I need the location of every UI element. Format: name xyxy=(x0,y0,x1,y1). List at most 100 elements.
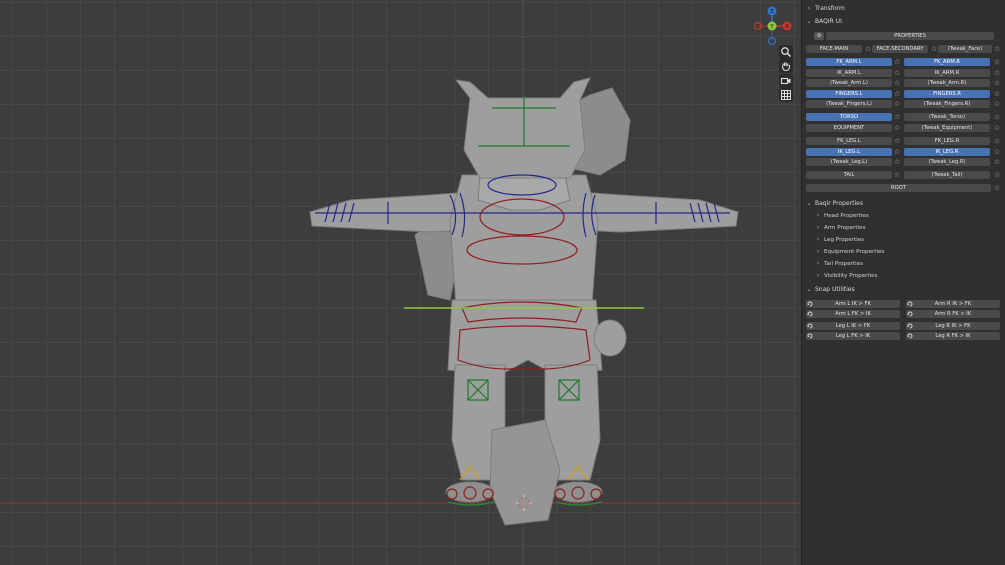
star-icon[interactable]: ☆ xyxy=(893,137,901,145)
sub-panel-header[interactable]: › Equipment Properties xyxy=(815,248,885,255)
sub-panel-header[interactable]: › Tail Properties xyxy=(815,260,863,267)
chevron-down-icon: ⌄ xyxy=(806,200,812,207)
snap-button[interactable]: Arm L FK > IK xyxy=(806,310,900,318)
rig-layer-button[interactable]: EQUIPMENT xyxy=(806,124,892,132)
scene-canvas[interactable]: Z Y X xyxy=(0,0,801,565)
sub-panel-header[interactable]: › Leg Properties xyxy=(815,236,864,243)
sub-panel-header[interactable]: › Arm Properties xyxy=(815,224,866,231)
rig-layer-button[interactable]: FK_ARM.L xyxy=(806,58,892,66)
3d-viewport[interactable]: Z Y X xyxy=(0,0,801,565)
rig-layer-button[interactable]: IK_LEG.L xyxy=(806,148,892,156)
rig-layer-button[interactable]: (Tweak_Arm.R) xyxy=(904,79,990,87)
chevron-right-icon: › xyxy=(816,260,820,267)
star-icon[interactable]: ☆ xyxy=(893,100,901,108)
root-button[interactable]: ROOT xyxy=(806,184,991,192)
transform-section-header[interactable]: › Transform xyxy=(806,5,845,12)
star-icon[interactable]: ☆ xyxy=(993,158,1001,166)
chevron-right-icon: › xyxy=(816,248,820,255)
star-icon[interactable]: ☆ xyxy=(993,69,1001,77)
rig-layer-button[interactable]: (Tweak_Fingers.L) xyxy=(806,100,892,108)
rig-layer-button[interactable]: IK_ARM.L xyxy=(806,69,892,77)
star-icon[interactable]: ☆ xyxy=(893,124,901,132)
star-icon[interactable]: ☆ xyxy=(993,100,1001,108)
star-icon[interactable]: ☆ xyxy=(993,90,1001,98)
rig-layer-button[interactable]: IK_ARM.R xyxy=(904,69,990,77)
star-icon[interactable]: ☆ xyxy=(893,113,901,121)
snap-button[interactable]: Arm R FK > IK xyxy=(906,310,1000,318)
snap-button[interactable]: Leg L FK > IK xyxy=(806,332,900,340)
camera-icon xyxy=(780,77,791,85)
face-main-button[interactable]: FACE-MAIN xyxy=(806,45,862,53)
snap-utilities-label: Snap Utilities xyxy=(815,286,855,293)
rig-layer-button[interactable]: (Tweak_Torso) xyxy=(904,113,990,121)
star-icon[interactable]: ☆ xyxy=(893,90,901,98)
sub-panel-header[interactable]: › Head Properties xyxy=(815,212,869,219)
snap-button[interactable]: Leg R IK > FK xyxy=(906,322,1000,330)
rig-layer-button[interactable]: FINGERS.R xyxy=(904,90,990,98)
magnifier-icon xyxy=(781,47,792,58)
face-secondary-button[interactable]: FACE-SECONDARY xyxy=(872,45,928,53)
rig-layer-button[interactable]: FK_LEG.L xyxy=(806,137,892,145)
rig-layer-button[interactable]: TAIL xyxy=(806,171,892,179)
rig-layer-button[interactable]: FINGERS.L xyxy=(806,90,892,98)
chevron-right-icon: › xyxy=(816,224,820,231)
pan-tool[interactable] xyxy=(779,59,793,73)
star-icon[interactable]: ☆ xyxy=(893,58,901,66)
rig-layer-button[interactable]: (Tweak_Arm.L) xyxy=(806,79,892,87)
rig-layer-button[interactable]: IK_LEG.R xyxy=(904,148,990,156)
star-icon[interactable]: ☆ xyxy=(993,58,1001,66)
snap-button[interactable]: Arm L IK > FK xyxy=(806,300,900,308)
rig-layer-button[interactable]: (Tweak_Leg.L) xyxy=(806,158,892,166)
star-icon[interactable]: ☆ xyxy=(993,45,1001,53)
star-icon[interactable]: ☆ xyxy=(893,148,901,156)
camera-view-tool[interactable] xyxy=(779,74,793,88)
chevron-down-icon: ⌄ xyxy=(806,286,812,293)
baqir-ui-section-header[interactable]: ⌄ BAQIR UI xyxy=(806,18,841,25)
rig-layer-button[interactable]: (Tweak_Tail) xyxy=(904,171,990,179)
star-icon[interactable]: ☆ xyxy=(864,45,872,53)
sub-panel-label: Leg Properties xyxy=(824,236,865,243)
properties-button[interactable]: PROPERTIES xyxy=(826,32,994,40)
tweak-face-button[interactable]: (Tweak_Face) xyxy=(938,45,992,53)
star-icon[interactable]: ☆ xyxy=(993,137,1001,145)
baqir-properties-label: Baqir Properties xyxy=(815,200,863,207)
sub-panel-label: Visibility Properties xyxy=(824,272,878,279)
star-icon[interactable]: ☆ xyxy=(893,79,901,87)
star-icon[interactable]: ☆ xyxy=(930,45,938,53)
star-icon[interactable]: ☆ xyxy=(893,69,901,77)
chevron-down-icon: ⌄ xyxy=(806,18,812,25)
star-icon[interactable]: ☆ xyxy=(993,79,1001,87)
star-icon[interactable]: ☆ xyxy=(893,171,901,179)
star-icon[interactable]: ☆ xyxy=(993,171,1001,179)
rig-layer-button[interactable]: (Tweak_Equipment) xyxy=(904,124,990,132)
perspective-toggle[interactable] xyxy=(779,88,793,102)
zoom-tool[interactable] xyxy=(779,45,793,59)
baqir-properties-header[interactable]: ⌄ Baqir Properties xyxy=(806,200,863,207)
snap-button-label: Arm L IK > FK xyxy=(835,301,871,307)
rig-layer-button[interactable]: FK_ARM.R xyxy=(904,58,990,66)
snap-button-label: Leg L FK > IK xyxy=(835,333,871,339)
snap-button[interactable]: Arm R IK > FK xyxy=(906,300,1000,308)
snap-utilities-header[interactable]: ⌄ Snap Utilities xyxy=(806,286,855,293)
rig-layer-button[interactable]: FK_LEG.R xyxy=(904,137,990,145)
sub-panel-header[interactable]: › Visibility Properties xyxy=(815,272,878,279)
settings-button[interactable]: ⚙ xyxy=(814,32,824,40)
sub-panel-label: Tail Properties xyxy=(824,260,864,267)
star-icon[interactable]: ☆ xyxy=(993,184,1001,192)
star-icon[interactable]: ☆ xyxy=(993,148,1001,156)
star-icon[interactable]: ☆ xyxy=(893,158,901,166)
rig-layer-button[interactable]: (Tweak_Leg.R) xyxy=(904,158,990,166)
sidebar-panel: › Transform ⌄ BAQIR UI ⚙ PROPERTIES FACE… xyxy=(801,0,1005,565)
rig-layer-button[interactable]: (Tweak_Fingers.R) xyxy=(904,100,990,108)
sub-panel-label: Equipment Properties xyxy=(824,248,885,255)
rig-layer-button[interactable]: TORSO xyxy=(806,113,892,121)
snap-button-label: Leg R IK > FK xyxy=(935,323,971,329)
snap-button[interactable]: Leg R FK > IK xyxy=(906,332,1000,340)
star-icon[interactable]: ☆ xyxy=(993,124,1001,132)
snap-button-label: Arm R FK > IK xyxy=(934,311,972,317)
snap-button[interactable]: Leg L IK > FK xyxy=(806,322,900,330)
star-icon[interactable]: ☆ xyxy=(993,113,1001,121)
grid-icon xyxy=(781,90,791,100)
gizmo-y-label: Y xyxy=(769,24,774,30)
sub-panel-label: Head Properties xyxy=(824,212,869,219)
